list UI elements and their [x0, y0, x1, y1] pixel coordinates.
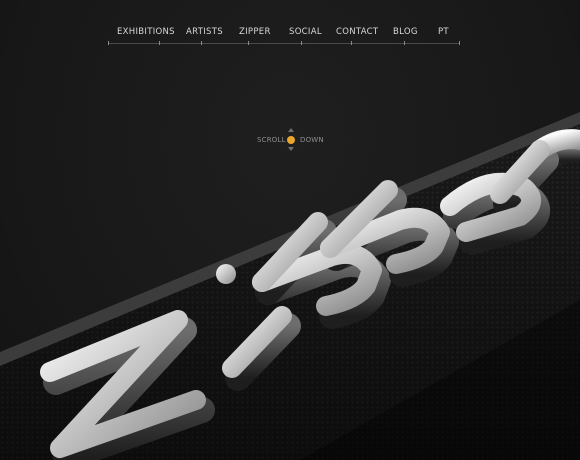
- nav-underline: [108, 43, 460, 44]
- scroll-dot-icon[interactable]: [287, 136, 295, 144]
- nav-pt[interactable]: PT: [438, 27, 449, 37]
- nav-blog[interactable]: BLOG: [393, 27, 418, 37]
- nav-contact[interactable]: CONTACT: [336, 27, 378, 37]
- letter-i-dot: [216, 264, 236, 284]
- page: EXHIBITIONS ARTISTS ZIPPER SOCIAL CONTAC…: [0, 0, 580, 460]
- nav-tick: [248, 41, 249, 45]
- nav-tick: [404, 41, 405, 45]
- nav-tick: [351, 41, 352, 45]
- down-label: DOWN: [300, 136, 324, 144]
- scroll-indicator[interactable]: SCROLL DOWN: [257, 128, 327, 154]
- nav-social[interactable]: SOCIAL: [289, 27, 322, 37]
- arrow-up-icon: [288, 128, 294, 132]
- arrow-down-icon: [288, 147, 294, 151]
- nav-tick: [159, 41, 160, 45]
- hero-logo-sign: [0, 112, 580, 460]
- nav-tick: [108, 41, 109, 45]
- nav-tick: [301, 41, 302, 45]
- nav-zipper[interactable]: ZIPPER: [239, 27, 271, 37]
- nav-artists[interactable]: ARTISTS: [186, 27, 223, 37]
- nav-tick: [201, 41, 202, 45]
- main-nav: EXHIBITIONS ARTISTS ZIPPER SOCIAL CONTAC…: [108, 27, 460, 47]
- scroll-label: SCROLL: [257, 136, 286, 144]
- nav-tick: [459, 41, 460, 45]
- nav-exhibitions[interactable]: EXHIBITIONS: [117, 27, 175, 37]
